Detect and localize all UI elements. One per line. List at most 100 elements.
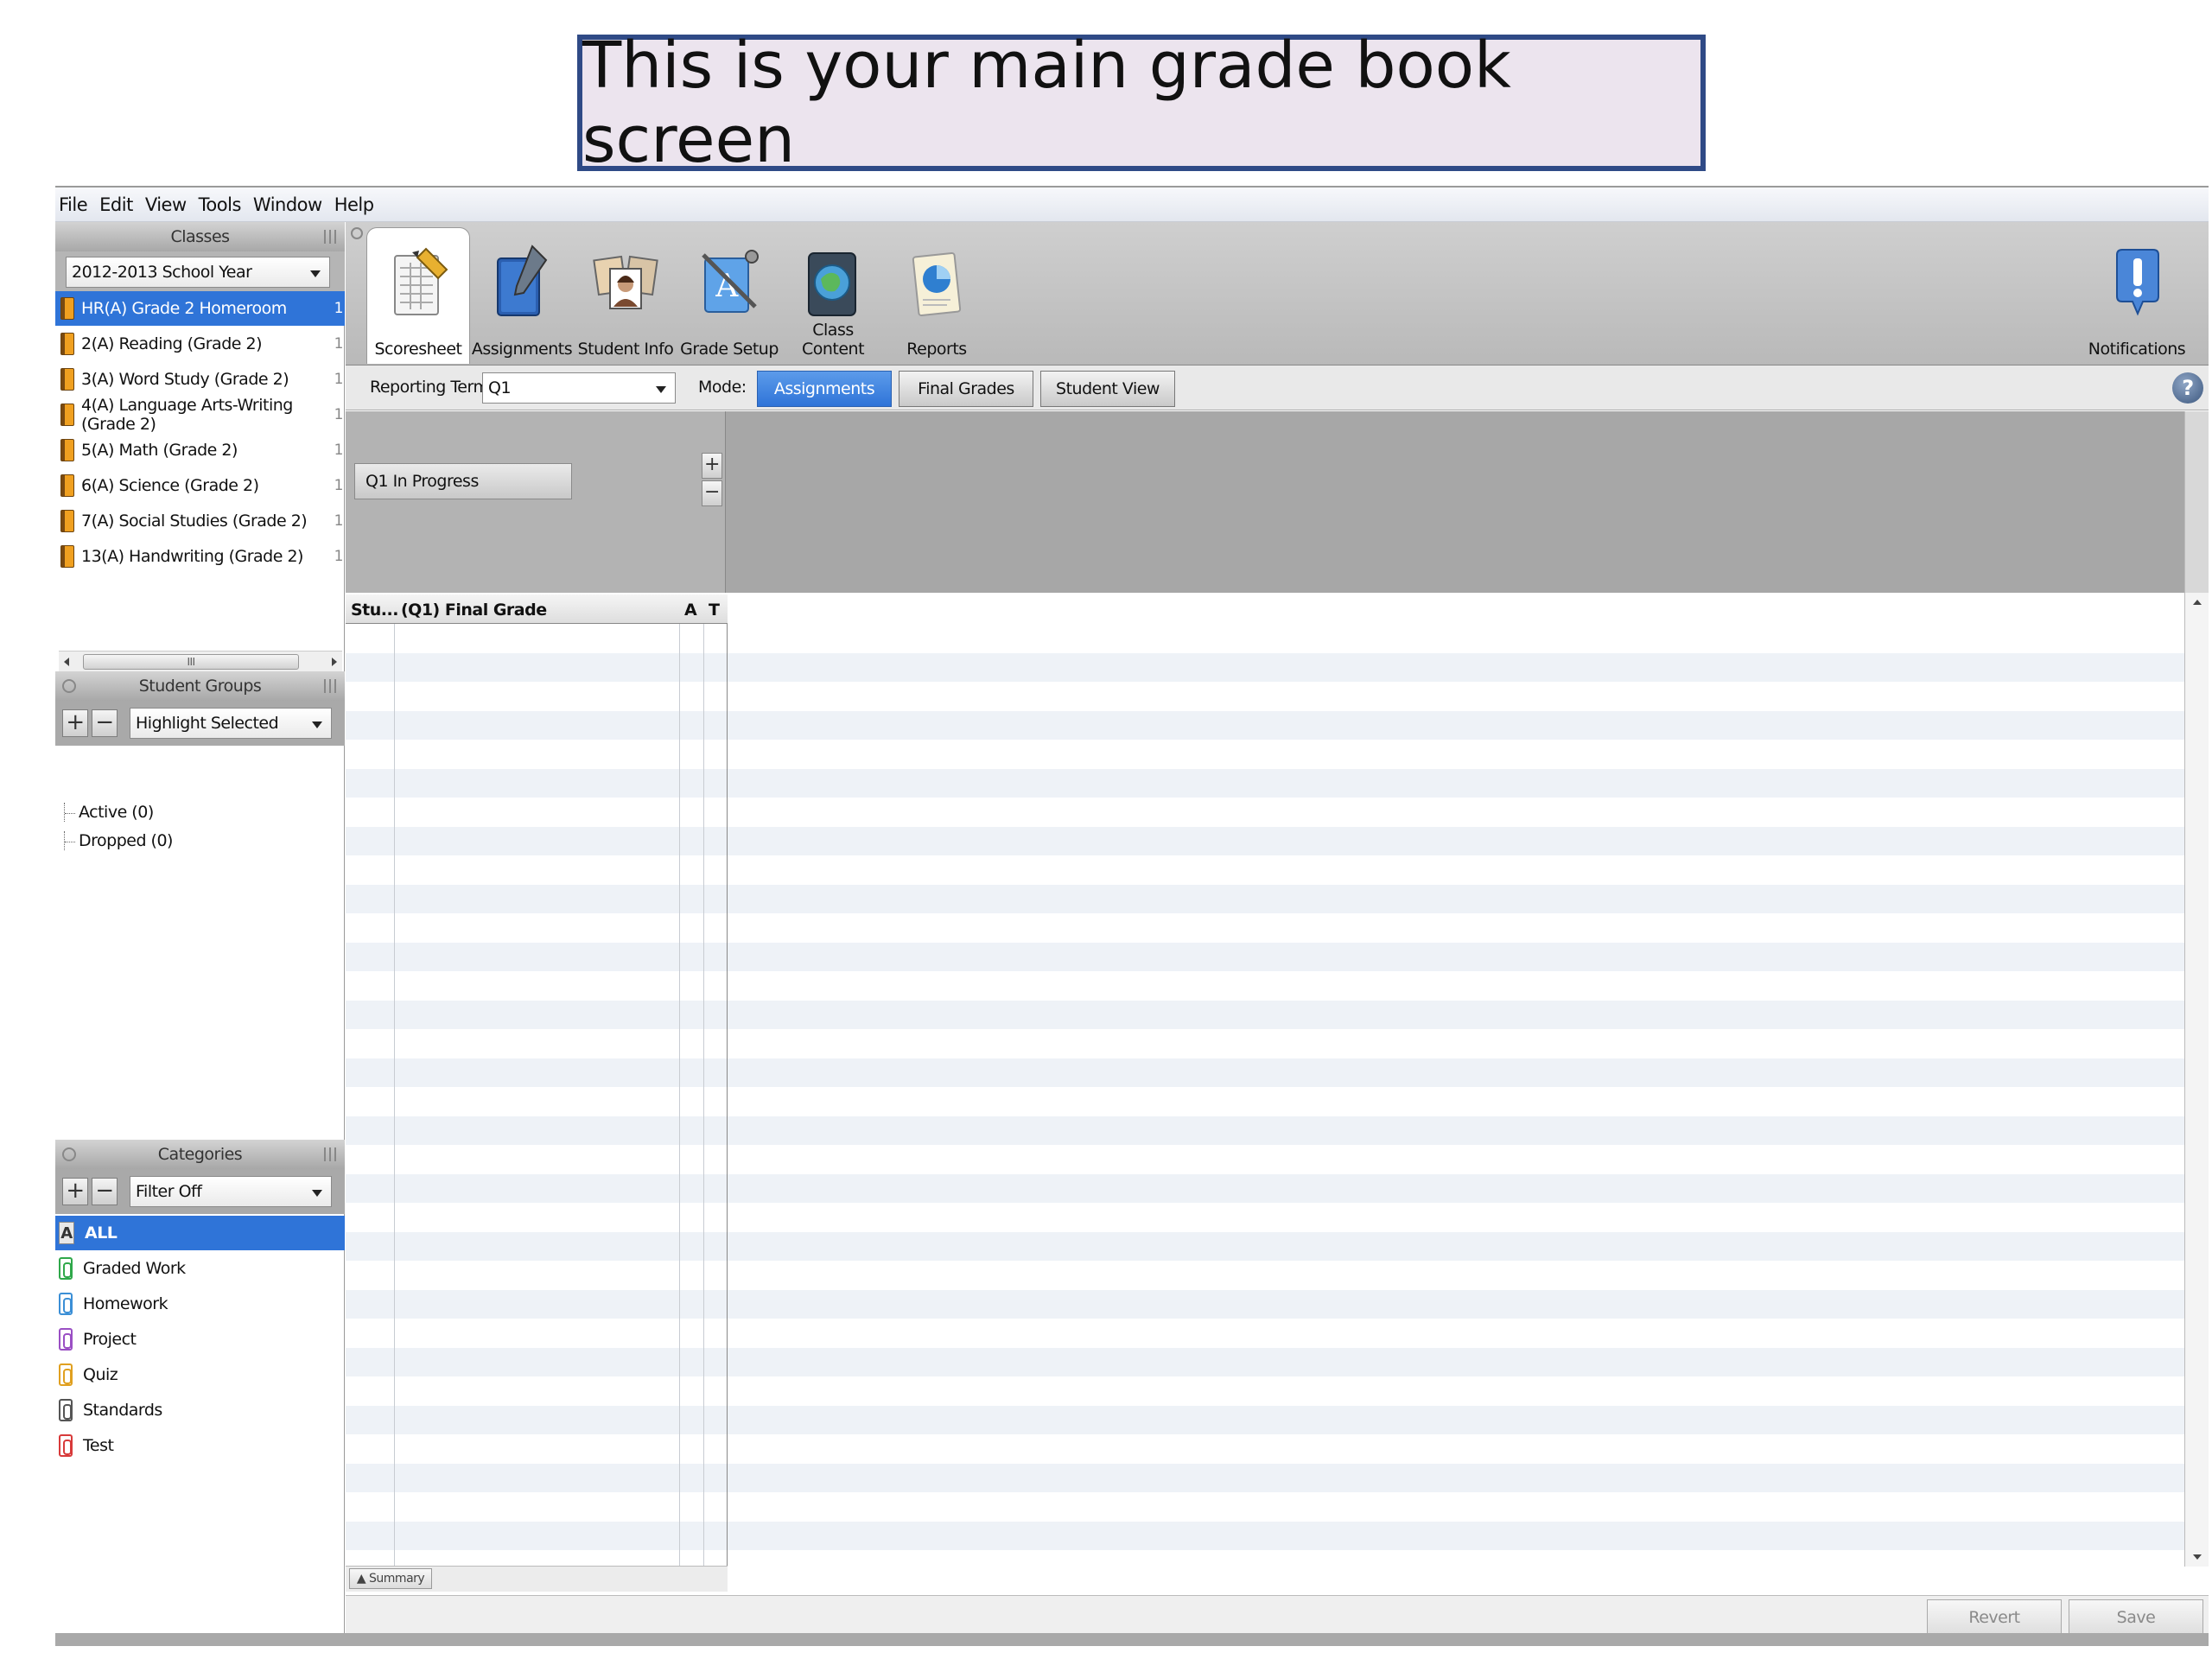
- school-year-value: 2012-2013 School Year: [72, 263, 252, 282]
- class-item-math[interactable]: 5(A) Math (Grade 2) 1: [55, 433, 345, 467]
- add-group-button[interactable]: +: [62, 709, 88, 737]
- revert-button[interactable]: Revert: [1927, 1599, 2062, 1636]
- scroll-thumb[interactable]: III: [83, 654, 299, 670]
- column-a[interactable]: A: [684, 601, 697, 620]
- menu-edit[interactable]: Edit: [99, 194, 133, 215]
- group-dropped[interactable]: Dropped (0): [64, 831, 173, 850]
- class-item-word-study[interactable]: 3(A) Word Study (Grade 2) 1: [55, 362, 345, 397]
- category-label: Graded Work: [83, 1259, 186, 1278]
- class-item-homeroom[interactable]: HR(A) Grade 2 Homeroom 1: [55, 291, 345, 326]
- panel-grip-icon[interactable]: [324, 679, 336, 693]
- category-all[interactable]: A ALL: [55, 1216, 345, 1250]
- notifications-icon: [2116, 249, 2159, 316]
- tab-reports[interactable]: Reports: [885, 227, 988, 364]
- paperclip-icon: [59, 1293, 73, 1315]
- category-project[interactable]: Project: [55, 1322, 345, 1357]
- scroll-right-icon[interactable]: [332, 658, 337, 666]
- mode-final-grades-button[interactable]: Final Grades: [899, 371, 1033, 407]
- category-filter-select[interactable]: Filter Off: [130, 1176, 332, 1207]
- collapse-icon[interactable]: [62, 1147, 76, 1161]
- mode-bar: Reporting Term: Q1 Mode: Assignments Fin…: [346, 365, 2209, 410]
- class-count: 1: [334, 548, 344, 565]
- class-item-reading[interactable]: 2(A) Reading (Grade 2) 1: [55, 327, 345, 361]
- category-homework[interactable]: Homework: [55, 1287, 345, 1321]
- collapse-icon[interactable]: [351, 227, 363, 239]
- menu-bar: File Edit View Tools Window Help: [55, 188, 2209, 222]
- mode-student-view-button[interactable]: Student View: [1040, 371, 1175, 407]
- reporting-term-value: Q1: [488, 378, 512, 397]
- class-label: HR(A) Grade 2 Homeroom: [81, 299, 287, 318]
- tab-class-content[interactable]: Class Content: [781, 227, 885, 364]
- category-label: Project: [83, 1330, 137, 1349]
- class-count: 1: [334, 335, 344, 353]
- chevron-down-icon: [312, 1190, 322, 1197]
- class-item-language-arts[interactable]: 4(A) Language Arts-Writing (Grade 2) 1: [55, 396, 345, 434]
- grid-vertical-scrollbar[interactable]: [2184, 411, 2209, 1567]
- scroll-down-icon[interactable]: [2193, 1554, 2202, 1560]
- category-label: Homework: [83, 1294, 168, 1313]
- book-icon: [60, 474, 74, 497]
- window-bottom-edge: [55, 1633, 2209, 1646]
- book-icon: [60, 368, 74, 391]
- collapse-icon[interactable]: [62, 679, 76, 693]
- tab-scoresheet[interactable]: Scoresheet: [366, 227, 470, 364]
- student-groups-toolstrip: + − Highlight Selected: [55, 701, 345, 746]
- group-active[interactable]: Active (0): [64, 803, 154, 822]
- class-item-handwriting[interactable]: 13(A) Handwriting (Grade 2) 1: [55, 539, 345, 574]
- panel-grip-icon[interactable]: [324, 1147, 336, 1161]
- classes-horizontal-scrollbar[interactable]: III: [59, 651, 342, 671]
- class-label: 7(A) Social Studies (Grade 2): [81, 512, 308, 531]
- notifications-button[interactable]: Notifications: [2079, 227, 2195, 364]
- tab-label: Scoresheet: [374, 340, 462, 359]
- column-final-grade[interactable]: (Q1) Final Grade: [401, 601, 547, 620]
- class-item-science[interactable]: 6(A) Science (Grade 2) 1: [55, 468, 345, 503]
- category-standards[interactable]: Standards: [55, 1393, 345, 1427]
- class-count: 1: [334, 406, 344, 423]
- book-icon: [60, 297, 74, 320]
- class-count: 1: [334, 512, 344, 530]
- remove-category-button[interactable]: −: [92, 1178, 118, 1205]
- tab-assignments[interactable]: Assignments: [470, 227, 574, 364]
- class-item-social-studies[interactable]: 7(A) Social Studies (Grade 2) 1: [55, 504, 345, 538]
- category-filter-value: Filter Off: [136, 1182, 202, 1201]
- panel-grip-icon[interactable]: [324, 230, 336, 244]
- help-icon[interactable]: ?: [2172, 372, 2203, 404]
- term-status-chip[interactable]: Q1 In Progress: [354, 463, 572, 499]
- categories-header: Categories: [55, 1140, 345, 1169]
- tab-grade-setup[interactable]: A Grade Setup: [677, 227, 781, 364]
- add-category-button[interactable]: +: [62, 1178, 88, 1205]
- category-graded-work[interactable]: Graded Work: [55, 1251, 345, 1286]
- scroll-left-icon[interactable]: [64, 658, 69, 666]
- reporting-term-select[interactable]: Q1: [482, 372, 676, 404]
- menu-window[interactable]: Window: [253, 194, 322, 215]
- category-label: ALL: [85, 1224, 118, 1243]
- classes-title: Classes: [170, 227, 230, 246]
- student-groups-header: Student Groups: [55, 671, 345, 701]
- menu-file[interactable]: File: [59, 194, 88, 215]
- scoresheet-icon: [394, 247, 448, 315]
- main-toolbar: Scoresheet Assignments Student Info A Gr…: [346, 222, 2209, 365]
- menu-help[interactable]: Help: [334, 194, 374, 215]
- summary-tab[interactable]: ▲ Summary: [349, 1568, 432, 1589]
- column-t[interactable]: T: [709, 601, 720, 620]
- summary-label: Summary: [369, 1572, 425, 1586]
- menu-tools[interactable]: Tools: [199, 194, 242, 215]
- scroll-up-icon[interactable]: [2193, 600, 2202, 605]
- category-test[interactable]: Test: [55, 1428, 345, 1463]
- remove-group-button[interactable]: −: [92, 709, 118, 737]
- tab-student-info[interactable]: Student Info: [574, 227, 677, 364]
- class-label: 2(A) Reading (Grade 2): [81, 334, 263, 353]
- menu-view[interactable]: View: [145, 194, 187, 215]
- save-button[interactable]: Save: [2069, 1599, 2203, 1636]
- class-count: 1: [334, 300, 344, 317]
- column-student[interactable]: Stu...: [351, 601, 398, 620]
- class-count: 1: [334, 477, 344, 494]
- category-quiz[interactable]: Quiz: [55, 1357, 345, 1392]
- class-label: 3(A) Word Study (Grade 2): [81, 370, 289, 389]
- school-year-select[interactable]: 2012-2013 School Year: [66, 257, 330, 288]
- group-highlight-select[interactable]: Highlight Selected: [130, 708, 332, 739]
- expand-columns-button[interactable]: +: [702, 453, 722, 479]
- scoresheet-grid[interactable]: [346, 624, 2184, 1566]
- collapse-columns-button[interactable]: −: [702, 480, 722, 506]
- mode-assignments-button[interactable]: Assignments: [757, 371, 892, 407]
